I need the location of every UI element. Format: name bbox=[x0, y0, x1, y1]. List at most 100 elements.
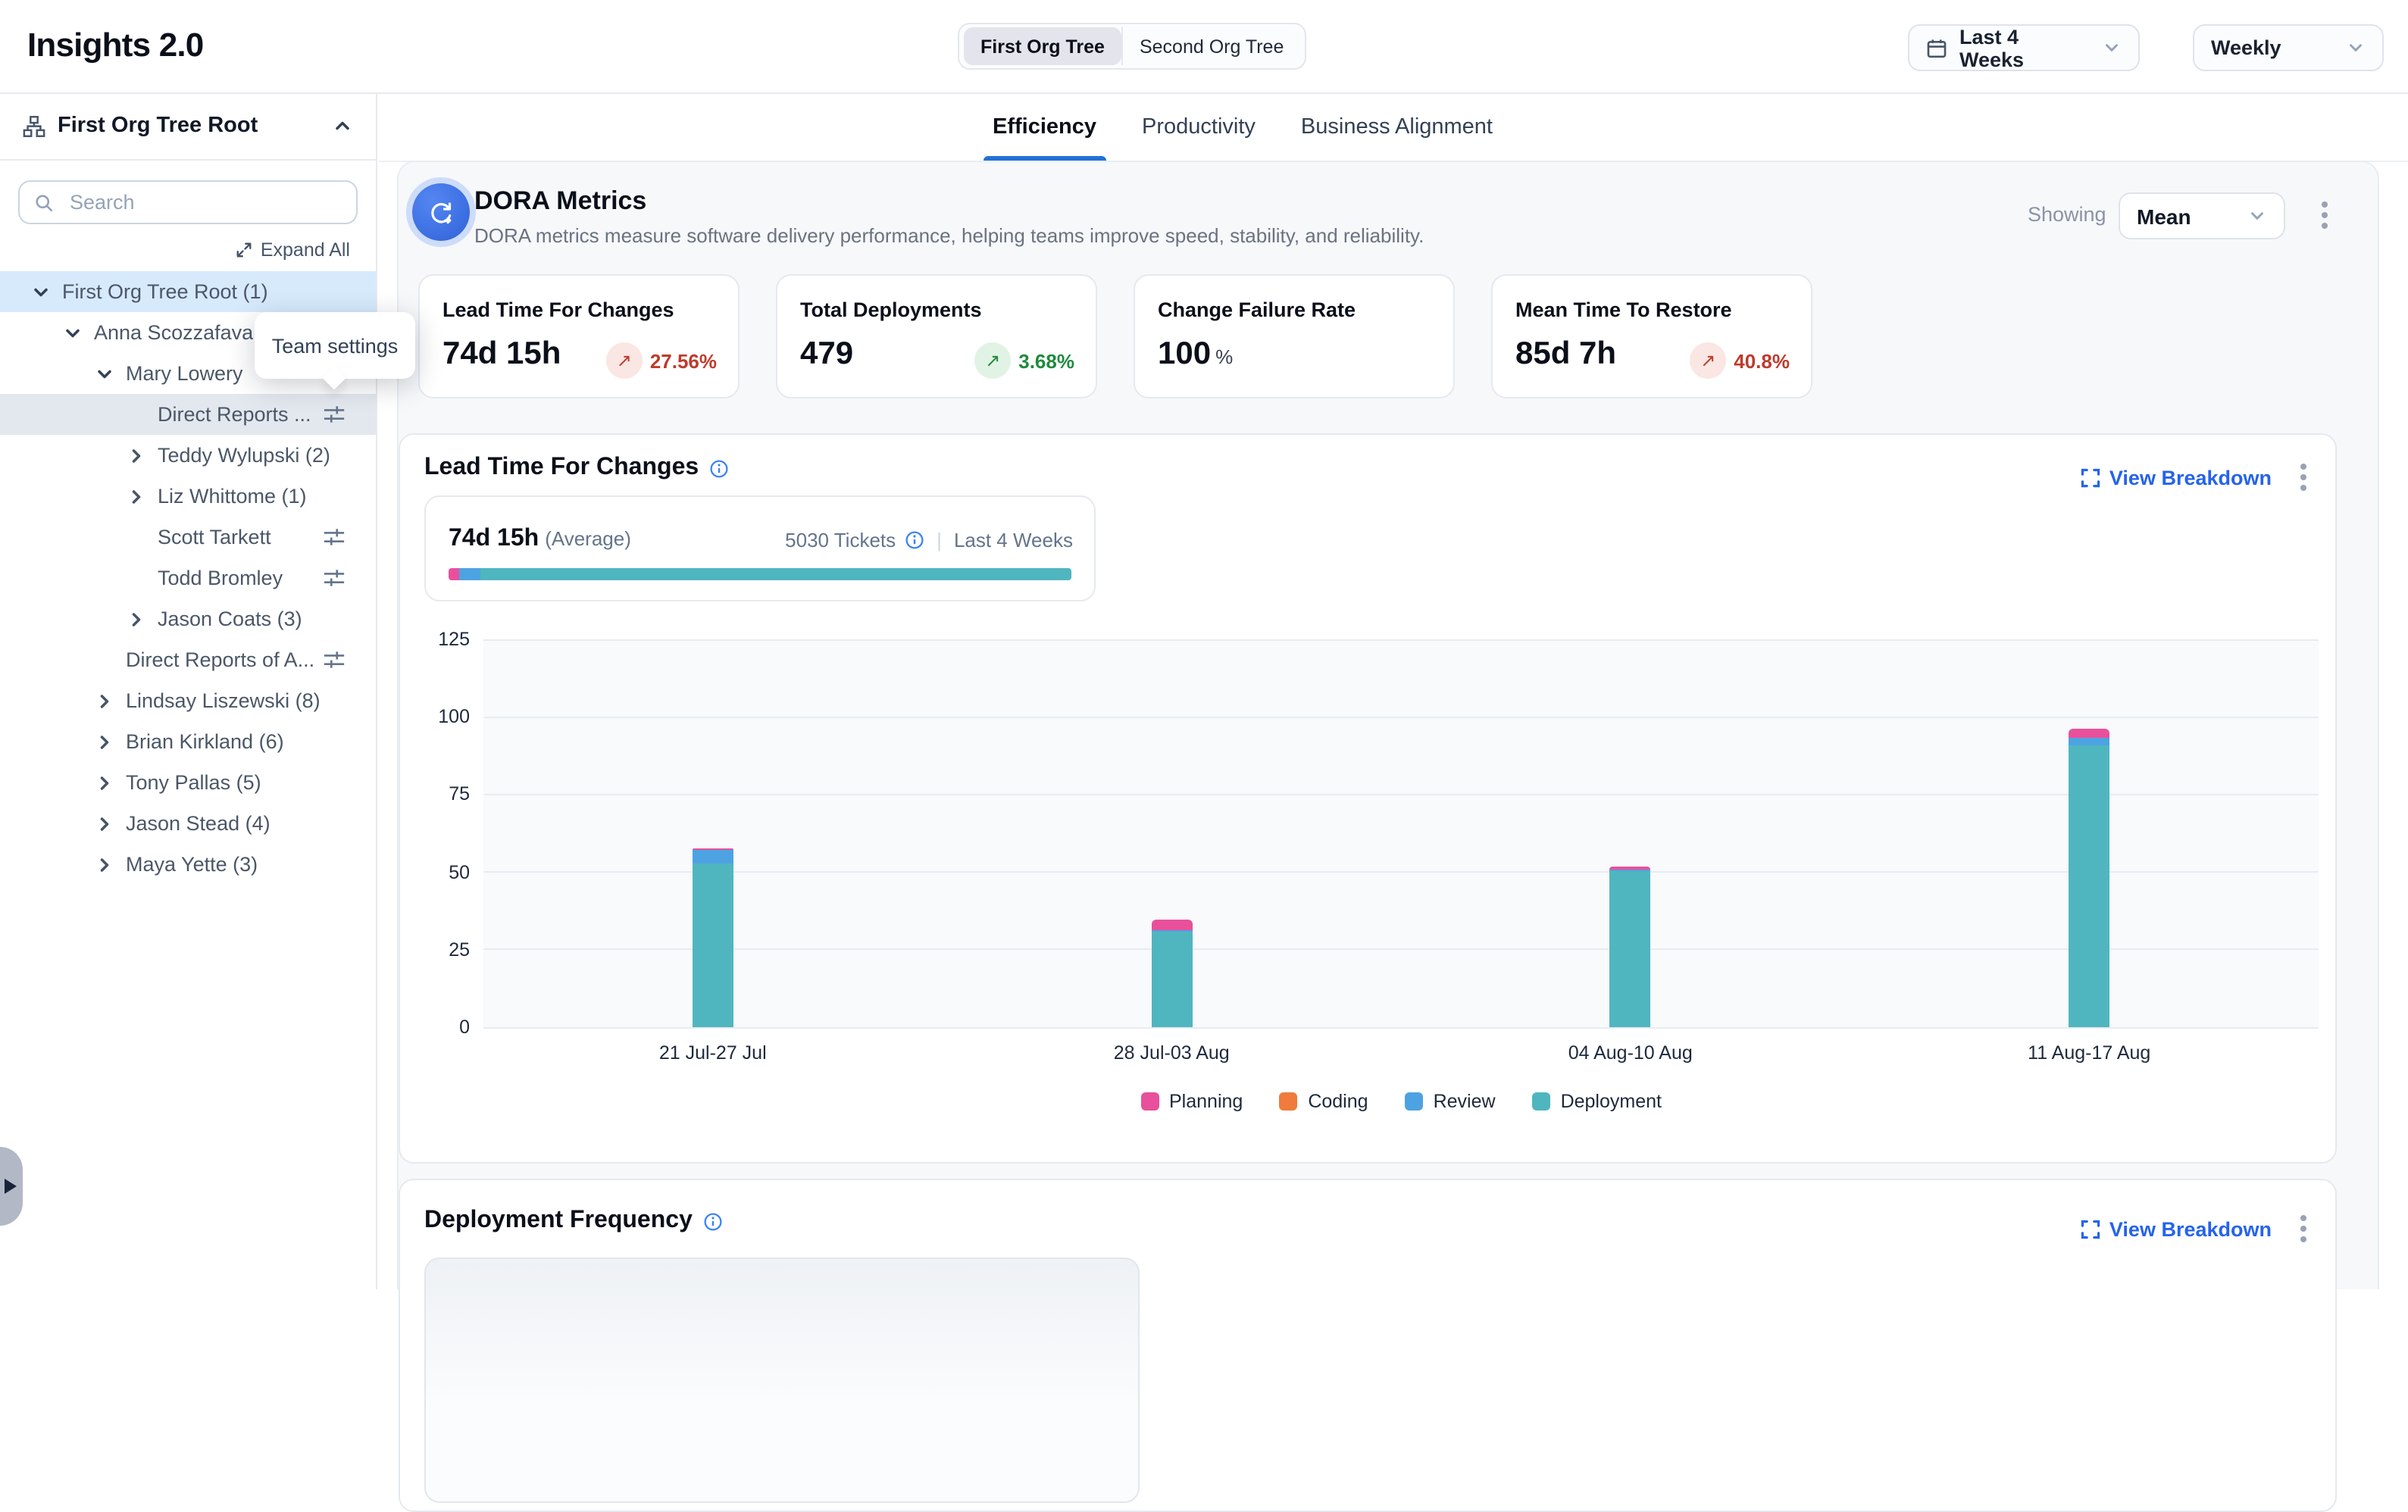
bar-segment-planning bbox=[1151, 920, 1192, 929]
stacked-bar[interactable] bbox=[1610, 867, 1651, 1027]
deployment-menu-kebab-icon[interactable] bbox=[2296, 1211, 2311, 1247]
sidebar-expand-handle[interactable] bbox=[0, 1147, 23, 1226]
tree-item-label: Brian Kirkland (6) bbox=[126, 730, 284, 753]
info-icon[interactable] bbox=[703, 1211, 723, 1231]
granularity-dropdown[interactable]: Weekly bbox=[2193, 24, 2384, 71]
tree-item[interactable]: Jason Stead (4) bbox=[0, 803, 376, 844]
legend-swatch bbox=[1140, 1092, 1159, 1111]
metric-delta-value: 40.8% bbox=[1734, 349, 1790, 372]
metric-value: 85d 7h bbox=[1515, 336, 1616, 373]
org-tree-tab[interactable]: Second Org Tree bbox=[1123, 27, 1300, 65]
x-tick-label: 21 Jul-27 Jul bbox=[607, 1042, 819, 1064]
chevron-right-icon[interactable] bbox=[94, 813, 115, 834]
metric-title: Change Failure Rate bbox=[1158, 298, 1356, 321]
y-tick-label: 0 bbox=[400, 1017, 470, 1038]
tree-item-label: Lindsay Liszewski (8) bbox=[126, 689, 321, 712]
chevron-down-icon[interactable] bbox=[30, 281, 52, 302]
chevron-right-icon[interactable] bbox=[94, 690, 115, 711]
expand-all-button[interactable]: Expand All bbox=[0, 239, 350, 261]
chevron-right-icon[interactable] bbox=[126, 445, 147, 466]
y-tick-label: 125 bbox=[400, 629, 470, 650]
x-tick-label: 11 Aug-17 Aug bbox=[1983, 1042, 2195, 1064]
tooltip-text: Team settings bbox=[272, 334, 399, 357]
tree-item[interactable]: Scott Tarkett bbox=[0, 517, 376, 558]
period-dropdown[interactable]: Last 4 Weeks bbox=[1908, 24, 2140, 71]
tree-indent-spacer bbox=[126, 526, 147, 548]
chevron-right-icon[interactable] bbox=[126, 486, 147, 507]
tree-item[interactable]: Brian Kirkland (6) bbox=[0, 721, 376, 762]
x-tick-label: 28 Jul-03 Aug bbox=[1065, 1042, 1277, 1064]
sidebar-header[interactable]: First Org Tree Root bbox=[0, 92, 376, 161]
chevron-down-icon[interactable] bbox=[94, 363, 115, 384]
lead-time-card: Lead Time For Changes View Breakdown bbox=[399, 433, 2337, 1164]
view-breakdown-label: View Breakdown bbox=[2109, 1217, 2272, 1240]
metric-unit: % bbox=[1215, 345, 1233, 368]
tree-item[interactable]: Direct Reports of A... bbox=[0, 639, 376, 680]
tab-efficiency[interactable]: Efficiency bbox=[993, 92, 1096, 161]
metric-card: Change Failure Rate100% bbox=[1134, 274, 1455, 398]
y-axis-labels: 0255075100125 bbox=[400, 639, 470, 1027]
legend-item-coding: Coding bbox=[1279, 1091, 1368, 1112]
trend-arrow-icon: ↗ bbox=[1690, 342, 1726, 379]
tree-item[interactable]: Tony Pallas (5) bbox=[0, 762, 376, 803]
chevron-right-icon[interactable] bbox=[94, 772, 115, 793]
stacked-bar[interactable] bbox=[2069, 729, 2109, 1027]
tree-item[interactable]: Jason Coats (3) bbox=[0, 598, 376, 639]
deployment-summary-placeholder bbox=[424, 1257, 1140, 1503]
y-tick-label: 75 bbox=[400, 784, 470, 805]
tree-item[interactable]: Maya Yette (3) bbox=[0, 844, 376, 885]
team-settings-icon[interactable] bbox=[323, 567, 346, 589]
tab-business-alignment[interactable]: Business Alignment bbox=[1301, 92, 1493, 161]
legend-label: Coding bbox=[1308, 1091, 1368, 1112]
team-settings-icon[interactable] bbox=[323, 648, 346, 671]
search-box[interactable] bbox=[18, 180, 358, 224]
showing-label: Showing bbox=[2028, 203, 2106, 226]
legend-swatch bbox=[1279, 1092, 1297, 1111]
tabs-bar: Efficiency Productivity Business Alignment bbox=[379, 92, 2408, 162]
legend-item-review: Review bbox=[1405, 1091, 1496, 1112]
dora-subtitle: DORA metrics measure software delivery p… bbox=[474, 224, 1424, 247]
search-icon bbox=[33, 192, 55, 213]
dora-panel: DORA Metrics DORA metrics measure softwa… bbox=[397, 161, 2379, 1289]
team-settings-icon[interactable] bbox=[323, 403, 346, 426]
stacked-bar[interactable] bbox=[693, 848, 733, 1027]
legend-swatch bbox=[1532, 1092, 1550, 1111]
chevron-right-icon[interactable] bbox=[94, 854, 115, 875]
tree-item[interactable]: Lindsay Liszewski (8) bbox=[0, 680, 376, 721]
gridline bbox=[483, 794, 2319, 795]
expand-all-label: Expand All bbox=[261, 239, 350, 261]
dora-menu-kebab-icon[interactable] bbox=[2317, 197, 2332, 233]
tree-item[interactable]: Todd Bromley bbox=[0, 558, 376, 598]
tree-item[interactable]: First Org Tree Root (1) bbox=[0, 271, 376, 312]
metric-delta-value: 3.68% bbox=[1018, 349, 1074, 372]
team-settings-icon[interactable] bbox=[323, 526, 346, 548]
play-triangle-icon bbox=[5, 1179, 17, 1194]
metric-card: Mean Time To Restore85d 7h↗40.8% bbox=[1491, 274, 1812, 398]
tree-item[interactable]: Teddy Wylupski (2) bbox=[0, 435, 376, 476]
chevron-up-icon[interactable] bbox=[332, 115, 353, 136]
org-tree-tab[interactable]: First Org Tree bbox=[964, 27, 1121, 65]
chevron-right-icon[interactable] bbox=[94, 731, 115, 752]
chevron-down-icon bbox=[2346, 38, 2366, 58]
main-content: Efficiency Productivity Business Alignment… bbox=[379, 92, 2408, 1289]
chevron-right-icon[interactable] bbox=[126, 608, 147, 629]
tab-productivity[interactable]: Productivity bbox=[1142, 92, 1256, 161]
top-bar: Insights 2.0 First Org TreeSecond Org Tr… bbox=[0, 0, 2408, 94]
gridline bbox=[483, 949, 2319, 951]
showing-value: Mean bbox=[2137, 204, 2191, 228]
bar-segment-review bbox=[2069, 738, 2109, 745]
chevron-down-icon bbox=[2247, 206, 2267, 226]
tree-item[interactable]: Direct Reports ... bbox=[0, 394, 376, 435]
search-input[interactable] bbox=[67, 189, 342, 215]
sidebar-title: First Org Tree Root bbox=[58, 114, 258, 138]
tree-item[interactable]: Liz Whittome (1) bbox=[0, 476, 376, 517]
lead-time-chart: 0255075100125 21 Jul-27 Jul 28 Jul-03 Aug… bbox=[400, 435, 2335, 1162]
stacked-bar[interactable] bbox=[1151, 920, 1192, 1027]
tree-item-label: First Org Tree Root (1) bbox=[62, 280, 268, 303]
showing-dropdown[interactable]: Mean bbox=[2119, 192, 2285, 239]
bar-segment-deployment bbox=[1151, 931, 1192, 1027]
metric-delta-badge: ↗ 40.8% bbox=[1690, 342, 1790, 379]
team-settings-tooltip: Team settings bbox=[255, 312, 415, 379]
chevron-down-icon[interactable] bbox=[62, 322, 83, 343]
view-breakdown-button[interactable]: View Breakdown bbox=[2081, 1217, 2272, 1240]
